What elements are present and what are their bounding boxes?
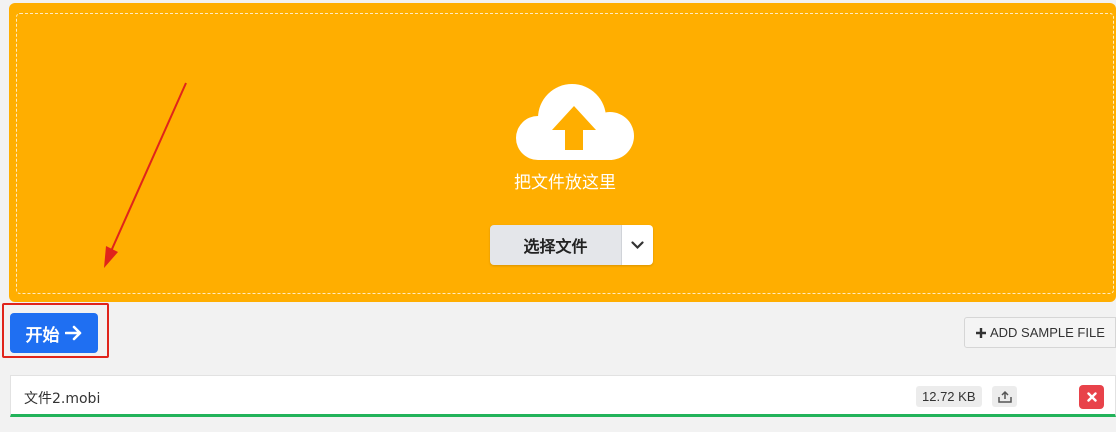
remove-file-button[interactable]	[1079, 385, 1104, 409]
start-button-label: 开始	[25, 325, 60, 346]
start-button[interactable]: 开始	[10, 313, 98, 353]
file-name: 文件2.mobi	[24, 391, 101, 407]
choose-source-dropdown[interactable]	[622, 225, 653, 265]
file-size-badge: 12.72 KB	[916, 386, 982, 407]
cloud-upload-icon	[516, 84, 634, 160]
dropzone-border: 把文件放这里 选择文件	[16, 13, 1114, 294]
file-dropzone[interactable]: 把文件放这里 选择文件	[9, 3, 1116, 302]
file-list-item: 文件2.mobi 12.72 KB	[10, 375, 1116, 417]
cloud-save-icon	[997, 390, 1012, 403]
add-sample-file-label: ADD SAMPLE FILE	[990, 325, 1105, 340]
drop-prompt: 把文件放这里	[514, 173, 616, 193]
close-icon	[1086, 392, 1097, 402]
save-to-cloud-button[interactable]	[992, 386, 1017, 407]
plus-icon	[976, 327, 986, 338]
choose-file-group: 选择文件	[490, 225, 653, 265]
arrow-right-icon	[64, 325, 81, 341]
choose-file-button[interactable]: 选择文件	[490, 225, 622, 265]
chevron-down-icon	[631, 240, 644, 249]
add-sample-file-button[interactable]: ADD SAMPLE FILE	[964, 317, 1116, 348]
